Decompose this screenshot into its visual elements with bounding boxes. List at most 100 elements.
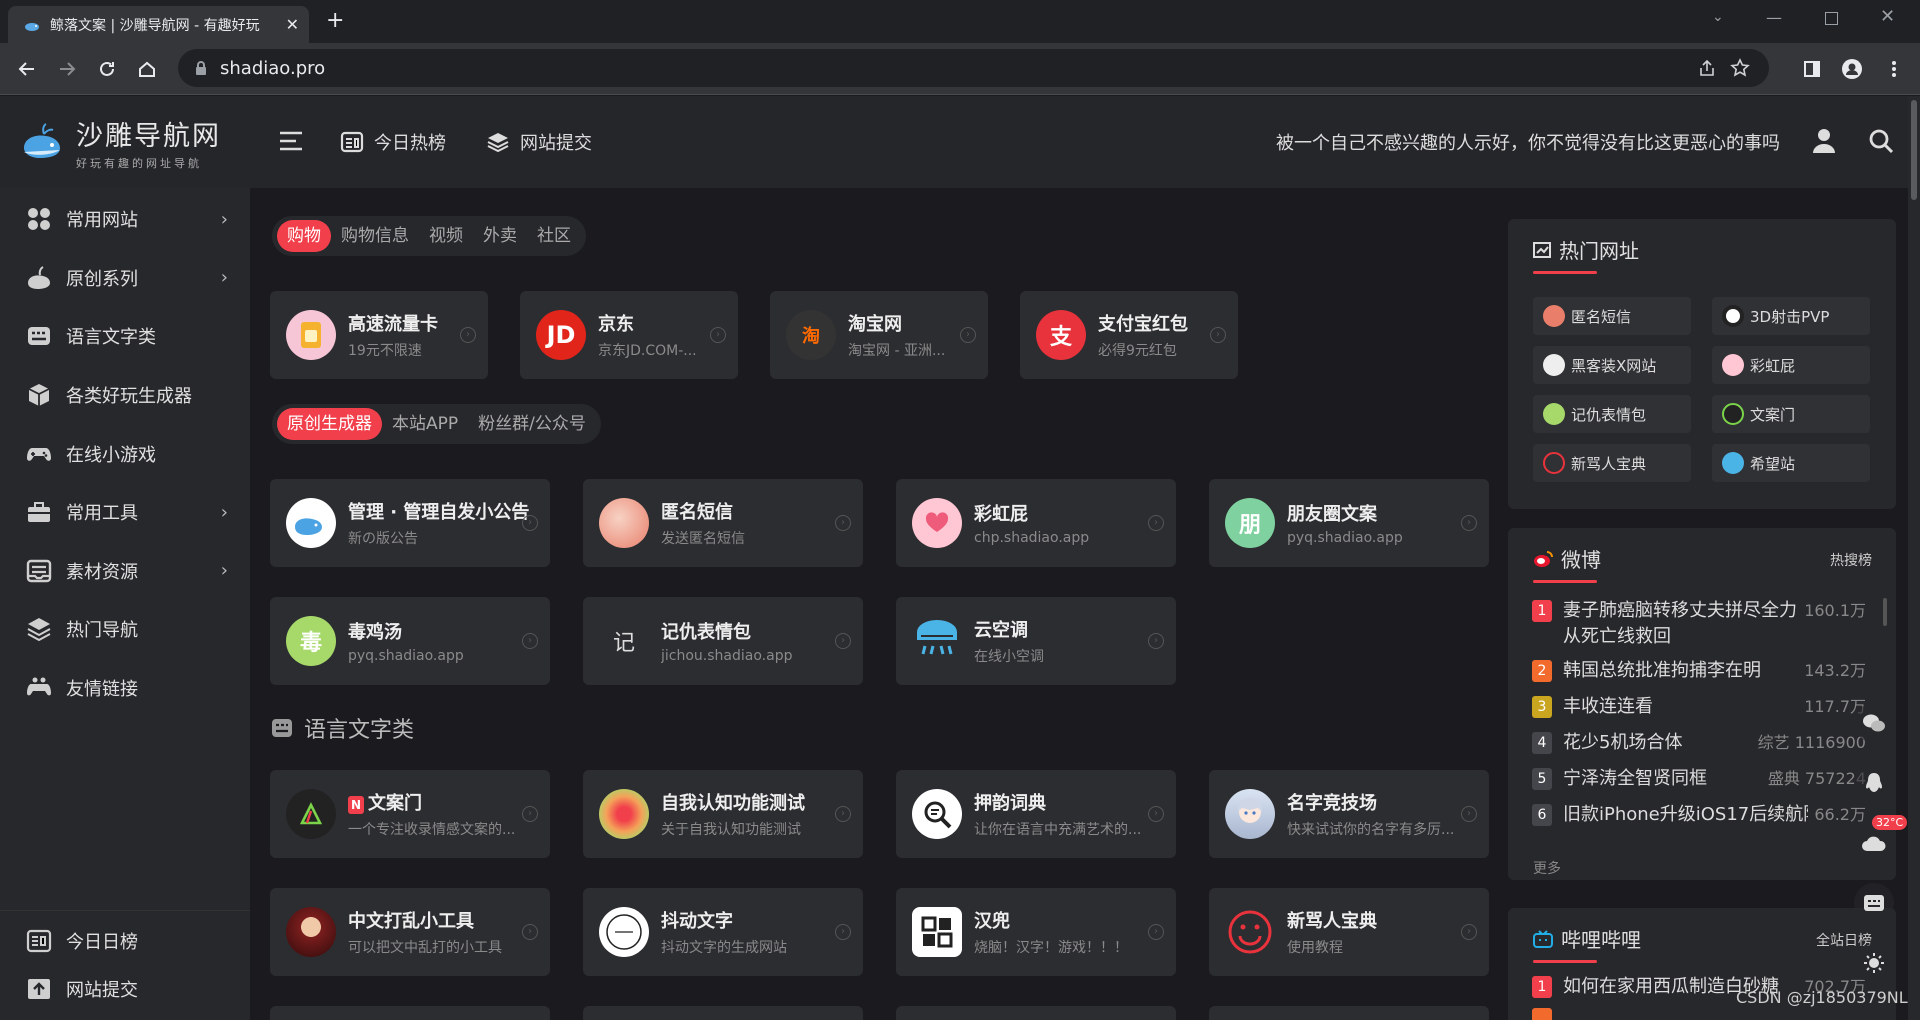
- site-card-partial[interactable]: [583, 1006, 863, 1020]
- site-card-insult-book[interactable]: 新骂人宝典 使用教程 ›: [1209, 888, 1489, 976]
- site-card-grudge-memes[interactable]: 记 记仇表情包 jichou.shadiao.app ›: [583, 597, 863, 685]
- sidebar-item-submit[interactable]: 网站提交: [0, 965, 250, 1013]
- site-card-air-conditioner[interactable]: 云空调 在线小空调 ›: [896, 597, 1176, 685]
- weibo-item[interactable]: 6 旧款iPhone升级iOS17后续航降低 66.2万: [1532, 802, 1866, 832]
- site-card-taobao[interactable]: 淘 淘宝网 淘宝网 - 亚洲... ›: [770, 291, 988, 379]
- sidebar-item-common-sites[interactable]: 常用网站 ›: [0, 190, 250, 249]
- nav-today-hot[interactable]: 今日热榜: [340, 96, 446, 188]
- site-card-wenanmen[interactable]: N 文案门 一个专注收录情感文案的... ›: [270, 770, 550, 858]
- close-window-icon[interactable]: ✕: [1880, 6, 1895, 27]
- weather-button[interactable]: 32°C: [1854, 815, 1908, 863]
- sidebar-item-language[interactable]: 语言文字类: [0, 307, 250, 366]
- tab-original-generators[interactable]: 原创生成器: [277, 408, 382, 440]
- qq-penguin-icon: [1866, 773, 1882, 792]
- site-card-jd[interactable]: JD 京东 京东JD.COM-... ›: [520, 291, 738, 379]
- card-desc: 发送匿名短信: [661, 531, 745, 547]
- sidebar-item-label: 常用网站: [66, 210, 138, 232]
- site-card-moments[interactable]: 朋 朋友圈文案 pyq.shadiao.app ›: [1209, 479, 1489, 567]
- theme-toggle-button[interactable]: [1854, 943, 1894, 983]
- hot-site-item[interactable]: 文案门: [1712, 395, 1870, 433]
- site-logo[interactable]: 沙雕导航网 好玩有趣的网址导航: [0, 96, 250, 188]
- weather-badge: 32°C: [1872, 815, 1908, 830]
- site-card-poison-soup[interactable]: 毒 毒鸡汤 pyq.shadiao.app ›: [270, 597, 550, 685]
- site-card-self-test[interactable]: 自我认知功能测试 关于自我认知功能测试 ›: [583, 770, 863, 858]
- wechat-button[interactable]: [1854, 703, 1894, 743]
- qq-button[interactable]: [1854, 763, 1894, 803]
- card-title: 押韵词典: [974, 793, 1046, 814]
- site-card-rainbow[interactable]: 彩虹屁 chp.shadiao.app ›: [896, 479, 1176, 567]
- tab-site-app[interactable]: 本站APP: [382, 408, 468, 440]
- weibo-item[interactable]: 4 花少5机场合体 综艺 1116900: [1532, 730, 1866, 756]
- site-card-rhyme-dict[interactable]: 押韵词典 让你在语言中充满艺术的... ›: [896, 770, 1176, 858]
- user-icon[interactable]: [1812, 128, 1836, 154]
- site-card-shake-text[interactable]: 抖动文字 抖动文字的生成网站 ›: [583, 888, 863, 976]
- tab-takeout[interactable]: 外卖: [473, 220, 527, 252]
- star-icon[interactable]: [1730, 58, 1750, 78]
- hot-site-item[interactable]: 新骂人宝典: [1533, 444, 1691, 482]
- site-card-alipay[interactable]: 支 支付宝红包 必得9元红包 ›: [1020, 291, 1238, 379]
- tab-search-icon[interactable]: ⌄: [1712, 9, 1724, 25]
- hot-site-item[interactable]: 希望站: [1712, 444, 1870, 482]
- new-tab-icon[interactable]: +: [326, 8, 344, 33]
- weibo-item[interactable]: 5 宁泽涛全智贤同框 盛典 757224: [1532, 766, 1866, 792]
- tab-shopping[interactable]: 购物: [277, 220, 331, 252]
- site-card-partial[interactable]: [896, 1006, 1176, 1020]
- home-button[interactable]: [127, 43, 167, 95]
- sidepanel-button[interactable]: [1792, 43, 1832, 95]
- hot-site-item[interactable]: 3D射击PVP: [1712, 297, 1870, 335]
- site-card-anon-sms[interactable]: 匿名短信 发送匿名短信 ›: [583, 479, 863, 567]
- keyboard-button[interactable]: [1854, 883, 1894, 923]
- site-card-sim[interactable]: 高速流量卡 19元不限速 ›: [270, 291, 488, 379]
- weibo-item[interactable]: 2 韩国总统批准拘捕李在明 143.2万: [1532, 658, 1866, 684]
- restore-icon[interactable]: [1825, 12, 1838, 25]
- site-card-name-arena[interactable]: 名字竞技场 快来试试你的名字有多厉... ›: [1209, 770, 1489, 858]
- tab-video[interactable]: 视频: [419, 220, 473, 252]
- close-tab-icon[interactable]: ✕: [286, 15, 299, 34]
- sidebar-item-original[interactable]: 原创系列 ›: [0, 249, 250, 308]
- tab-fan-group[interactable]: 粉丝群/公众号: [468, 408, 596, 440]
- nav-submit-site[interactable]: 网站提交: [486, 96, 592, 188]
- sidebar-item-today-rank[interactable]: 今日日榜: [0, 917, 250, 965]
- site-card-partial[interactable]: [270, 1006, 550, 1020]
- panel-scrollbar[interactable]: [1883, 598, 1887, 626]
- back-button[interactable]: [7, 43, 47, 95]
- weibo-more-footer[interactable]: 更多: [1533, 858, 1561, 878]
- sidebar-item-label: 网站提交: [66, 980, 138, 1001]
- weibo-item[interactable]: 1 妻子肺癌脑转移丈夫拼尽全力从死亡线救回 160.1万: [1532, 598, 1866, 650]
- sidebar-item-friend-links[interactable]: 友情链接: [0, 659, 250, 718]
- page-scrollbar-thumb[interactable]: [1911, 100, 1917, 200]
- site-card-partial[interactable]: [1209, 1006, 1489, 1020]
- forward-button[interactable]: [47, 43, 87, 95]
- reload-button[interactable]: [87, 43, 127, 95]
- nav-today-hot-label: 今日热榜: [374, 133, 446, 154]
- sidebar-item-tools[interactable]: 常用工具 ›: [0, 483, 250, 542]
- sidebar-item-hot-nav[interactable]: 热门导航: [0, 600, 250, 659]
- minimize-icon[interactable]: —: [1766, 8, 1782, 27]
- share-icon[interactable]: [1698, 59, 1716, 77]
- site-card-handle[interactable]: 汉兜 烧脑！汉字！游戏！！！ ›: [896, 888, 1176, 976]
- hot-site-item[interactable]: 记仇表情包: [1533, 395, 1691, 433]
- menu-button[interactable]: [1874, 43, 1914, 95]
- sidebar-item-resources[interactable]: 素材资源 ›: [0, 542, 250, 601]
- hot-site-item[interactable]: 黑客装X网站: [1533, 346, 1691, 384]
- hot-site-item[interactable]: 匿名短信: [1533, 297, 1691, 335]
- hacker-icon: [1543, 354, 1565, 376]
- weibo-more-link[interactable]: 热搜榜: [1830, 550, 1872, 570]
- tab-shopping-info[interactable]: 购物信息: [331, 220, 419, 252]
- weibo-item[interactable]: 3 丰收连连看 117.7万: [1532, 694, 1866, 720]
- tab-community[interactable]: 社区: [527, 220, 581, 252]
- site-card-shuffle-tool[interactable]: 中文打乱小工具 可以把文中乱打的小工具 ›: [270, 888, 550, 976]
- cloud-icon: [1862, 836, 1886, 851]
- wechat-icon: [1863, 714, 1885, 732]
- sidebar-item-generators[interactable]: 各类好玩生成器: [0, 366, 250, 425]
- search-icon[interactable]: [1868, 128, 1894, 154]
- site-card-announce[interactable]: 管理 · 管理自发小公告 新の版公告 ›: [270, 479, 550, 567]
- page-scrollbar-track[interactable]: [1908, 96, 1920, 1020]
- address-bar[interactable]: shadiao.pro: [178, 49, 1769, 87]
- profile-button[interactable]: [1832, 43, 1872, 95]
- moments-icon: 朋: [1225, 498, 1275, 548]
- hamburger-icon[interactable]: [278, 130, 304, 152]
- browser-tab[interactable]: 鲸落文案 | 沙雕导航网 - 有趣好玩 ✕: [8, 6, 309, 43]
- hot-site-item[interactable]: 彩虹屁: [1712, 346, 1870, 384]
- sidebar-item-games[interactable]: 在线小游戏: [0, 424, 250, 483]
